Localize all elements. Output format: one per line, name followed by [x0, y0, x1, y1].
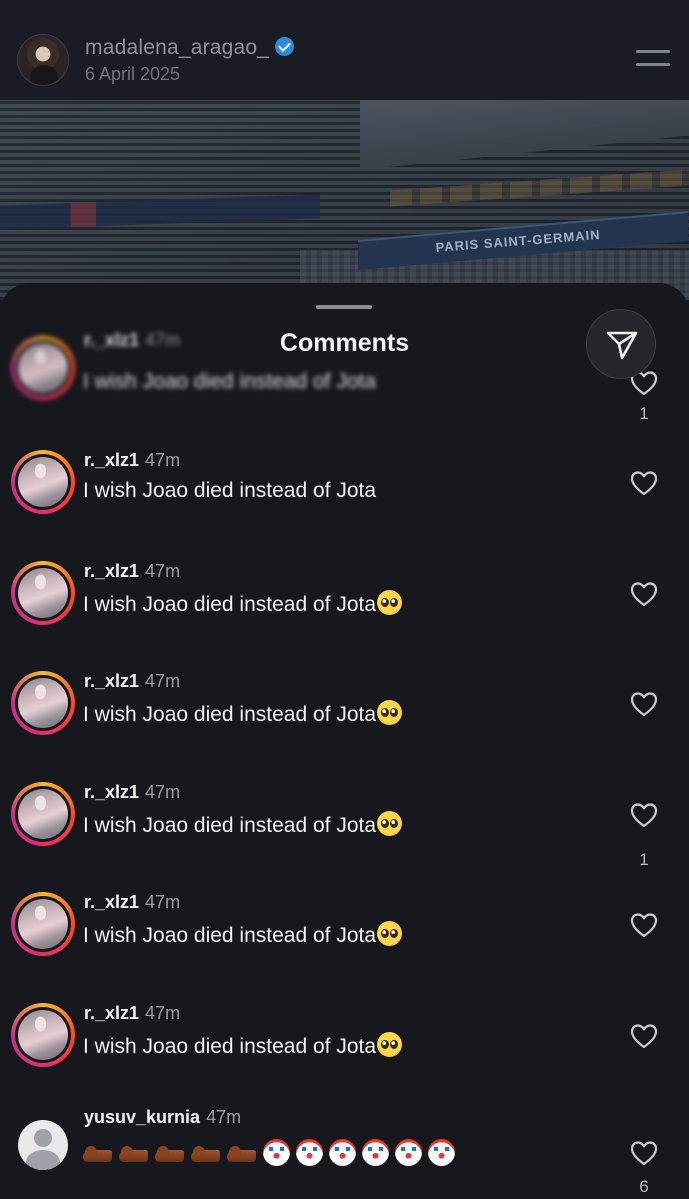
clown-face-emoji-icon — [395, 1139, 422, 1166]
shoe-emoji-icon — [155, 1144, 184, 1162]
shoe-emoji-icon — [227, 1144, 256, 1162]
pleading-face-emoji-icon — [377, 700, 403, 725]
comment-username-text[interactable]: r._xlz1 — [84, 892, 139, 912]
comment-username[interactable]: r._xlz1 47m — [84, 1003, 180, 1024]
sheet-drag-handle[interactable] — [316, 305, 372, 309]
comment-timestamp: 47m — [145, 450, 181, 470]
comment-text: I wish Joao died instead of Jota — [83, 479, 376, 503]
heart-icon[interactable] — [630, 470, 658, 496]
heart-icon[interactable] — [630, 802, 658, 828]
comment-timestamp: 47m — [206, 1107, 242, 1127]
shoe-emoji-icon — [83, 1144, 112, 1162]
comment-username[interactable]: r._xlz1 47m — [84, 671, 180, 692]
comment-username[interactable]: r._xlz1 47m — [84, 450, 180, 471]
heart-icon[interactable] — [630, 912, 658, 938]
comment-text: I wish Joao died instead of Jota — [83, 1032, 403, 1059]
post-date: 6 April 2025 — [85, 64, 181, 84]
comment-text-content: I wish Joao died instead of Jota — [83, 479, 377, 502]
comment-avatar[interactable] — [11, 450, 75, 514]
comment-row: r._xlz1 47m I wish Joao died instead of Jo… — [0, 1003, 689, 1103]
comment-avatar[interactable] — [11, 1113, 75, 1177]
comment-timestamp: 47m — [145, 561, 181, 581]
comment-text-content: I wish Joao died instead of Jota — [83, 593, 377, 616]
comment-text: I wish Joao died instead of Jota — [83, 921, 403, 948]
menu-icon[interactable] — [636, 50, 670, 70]
comment-text-content: I wish Joao died instead of Jota — [83, 814, 377, 837]
like-count: 6 — [639, 1177, 649, 1196]
clown-face-emoji-icon — [296, 1139, 323, 1166]
comment-text-content: I wish Joao died instead of Jota — [83, 1035, 377, 1058]
post-photo: PARIS SAINT-GERMAIN — [0, 100, 689, 300]
comment-text: I wish Joao died instead of Jota — [83, 700, 403, 727]
pleading-face-emoji-icon — [377, 921, 403, 946]
comment-username-text[interactable]: r._xlz1 — [84, 561, 139, 581]
verified-badge-icon — [275, 37, 295, 56]
post-author-avatar[interactable] — [17, 34, 69, 86]
clown-face-emoji-icon — [362, 1139, 389, 1166]
comment-emoji-text — [83, 1139, 461, 1166]
comment-text: I wish Joao died instead of Jota — [83, 370, 376, 394]
heart-icon[interactable] — [630, 1140, 658, 1166]
comment-row: r._xlz1 47m I wish Joao died instead of Jo… — [0, 782, 689, 882]
pleading-face-emoji-icon — [377, 811, 403, 836]
comment-username-text[interactable]: r._xlz1 — [84, 1003, 139, 1023]
post-header: madalena_aragao_ 6 April 2025 — [0, 0, 689, 100]
clown-face-emoji-icon — [428, 1139, 455, 1166]
comment-username-text[interactable]: r._xlz1 — [84, 450, 139, 470]
comment-username[interactable]: r._xlz1 47m — [84, 782, 180, 803]
comment-avatar[interactable] — [11, 561, 75, 625]
heart-icon[interactable] — [630, 581, 658, 607]
share-button[interactable] — [586, 309, 656, 379]
comment-row: r._xlz1 47m I wish Joao died instead of Jo… — [0, 561, 689, 661]
comment-avatar[interactable] — [11, 671, 75, 735]
clown-face-emoji-icon — [263, 1139, 290, 1166]
comment-timestamp: 47m — [145, 671, 181, 691]
like-count: 1 — [639, 850, 649, 869]
shoe-emoji-icon — [191, 1144, 220, 1162]
post-author-username[interactable]: madalena_aragao_ — [85, 36, 269, 59]
comment-row: yusuv_kurnia 47m 6 — [0, 1107, 689, 1199]
comment-avatar[interactable] — [11, 892, 75, 956]
comment-row: r._xlz1 47m I wish Joao died instead of Jo… — [0, 450, 689, 550]
comment-text: I wish Joao died instead of Jota — [83, 590, 403, 617]
comment-timestamp: 47m — [145, 892, 181, 912]
comment-text-content: I wish Joao died instead of Jota — [83, 924, 377, 947]
comment-username-text[interactable]: r._xlz1 — [84, 671, 139, 691]
shoe-emoji-icon — [119, 1144, 148, 1162]
heart-icon[interactable] — [630, 691, 658, 717]
pleading-face-emoji-icon — [377, 590, 403, 615]
comment-username-text[interactable]: yusuv_kurnia — [84, 1107, 200, 1127]
comment-username[interactable]: yusuv_kurnia 47m — [84, 1107, 241, 1128]
comment-row: r._xlz1 47m I wish Joao died instead of Jo… — [0, 892, 689, 992]
heart-icon[interactable] — [630, 1023, 658, 1049]
clown-face-emoji-icon — [329, 1139, 356, 1166]
paper-plane-icon — [606, 331, 638, 360]
comment-timestamp: 47m — [145, 1003, 181, 1023]
comment-username[interactable]: r._xlz1 47m — [84, 561, 180, 582]
comment-timestamp: 47m — [145, 782, 181, 802]
comment-username-text[interactable]: r._xlz1 — [84, 782, 139, 802]
comment-username[interactable]: r._xlz1 47m — [84, 892, 180, 913]
comments-sheet: Comments r._xlz1 47m I wish Joao died inst… — [0, 283, 689, 1199]
like-count: 1 — [639, 404, 649, 423]
post-author[interactable]: madalena_aragao_ — [85, 36, 295, 60]
comment-text-content: I wish Joao died instead of Jota — [83, 703, 377, 726]
comment-text-content: I wish Joao died instead of Jota — [83, 370, 377, 393]
comment-row: r._xlz1 47m I wish Joao died instead of Jo… — [0, 671, 689, 771]
comment-avatar[interactable] — [11, 1003, 75, 1067]
pleading-face-emoji-icon — [377, 1032, 403, 1057]
comment-avatar[interactable] — [11, 782, 75, 846]
comment-text: I wish Joao died instead of Jota — [83, 811, 403, 838]
